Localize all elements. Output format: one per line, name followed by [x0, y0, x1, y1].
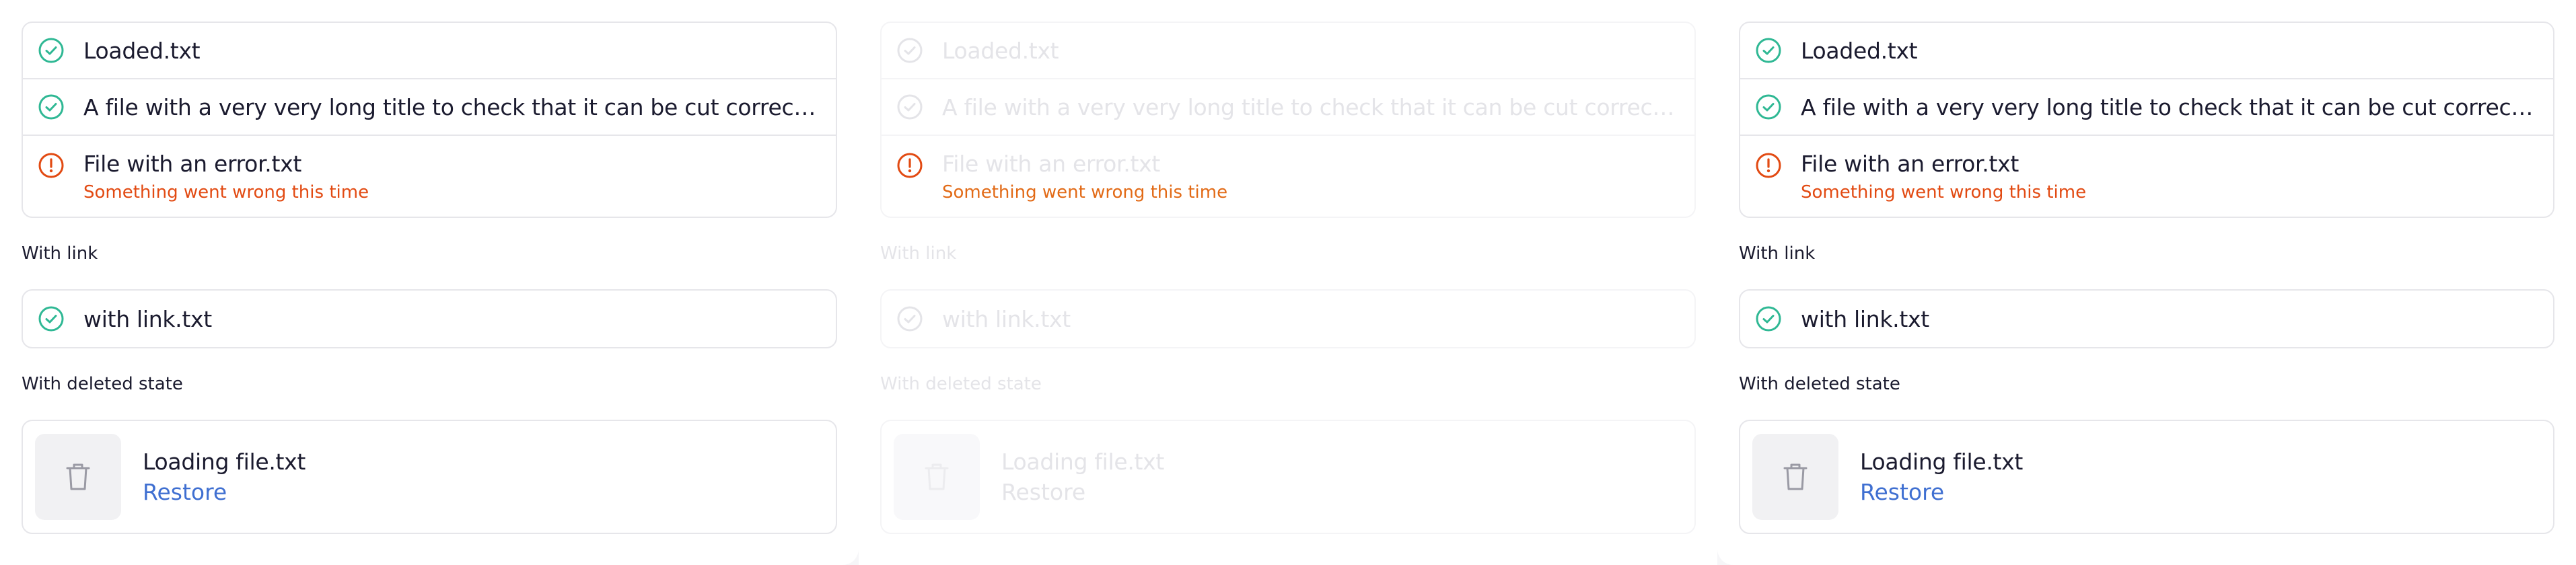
restore-link[interactable]: Restore: [1860, 479, 2023, 505]
file-item-error[interactable]: File with an error.txt Something went wr…: [1740, 136, 2553, 217]
error-message: Something went wrong this time: [942, 182, 1228, 202]
file-name: Loaded.txt: [83, 37, 201, 64]
file-item[interactable]: Loaded.txt: [1740, 23, 2553, 79]
file-list: Loaded.txt A file with a very very long …: [880, 22, 1696, 218]
check-circle-icon: [36, 304, 66, 334]
file-link[interactable]: with link.txt: [1801, 306, 1929, 332]
file-list-with-link: with link.txt: [1739, 289, 2554, 348]
section-label-with-link: With link: [22, 243, 98, 264]
exclamation-circle-icon: [895, 151, 925, 180]
file-list: Loaded.txt A file with a very very long …: [1739, 22, 2554, 218]
trash-icon: [35, 434, 121, 520]
file-item-deleted: Loading file.txt Restore: [23, 421, 836, 533]
section-label-deleted: With deleted state: [22, 374, 183, 394]
section-label-deleted: With deleted state: [1739, 374, 1900, 394]
section-label-deleted: With deleted state: [880, 374, 1042, 394]
file-list-deleted: Loading file.txt Restore: [880, 420, 1696, 534]
exclamation-circle-icon: [1754, 151, 1783, 180]
file-item[interactable]: A file with a very very long title to ch…: [23, 79, 836, 136]
file-name: Loaded.txt: [1801, 37, 1918, 64]
file-name: File with an error.txt: [942, 151, 1160, 177]
file-name: File with an error.txt: [1801, 151, 2019, 177]
error-message: Something went wrong this time: [83, 182, 369, 202]
file-item-deleted: Loading file.txt Restore: [882, 421, 1694, 533]
check-circle-icon: [895, 304, 925, 334]
trash-icon: [1752, 434, 1838, 520]
file-link: with link.txt: [942, 305, 1071, 332]
file-name: A file with a very very long title to ch…: [942, 93, 1681, 120]
file-item-deleted: Loading file.txt Restore: [1740, 421, 2553, 533]
file-name: A file with a very very long title to ch…: [1801, 93, 2540, 120]
file-list: Loaded.txt A file with a very very long …: [22, 22, 837, 218]
check-circle-icon: [36, 92, 66, 122]
file-item[interactable]: A file with a very very long title to ch…: [1740, 79, 2553, 136]
file-item-error[interactable]: File with an error.txt Something went wr…: [23, 136, 836, 217]
file-item: A file with a very very long title to ch…: [882, 79, 1694, 136]
file-list-deleted: Loading file.txt Restore: [1739, 420, 2554, 534]
upload-list-panel-default-2: Loaded.txt A file with a very very long …: [1717, 0, 2576, 565]
file-name: File with an error.txt: [83, 151, 301, 177]
check-circle-icon: [36, 36, 66, 65]
file-name: Loading file.txt: [143, 449, 306, 475]
file-name: Loading file.txt: [1001, 449, 1165, 475]
stage: Loaded.txt A file with a very very long …: [0, 0, 2576, 565]
upload-list-panel-disabled: Loaded.txt A file with a very very long …: [859, 0, 1717, 565]
file-item-link[interactable]: with link.txt: [23, 291, 836, 347]
file-item-link[interactable]: with link.txt: [1740, 291, 2553, 347]
exclamation-circle-icon: [36, 151, 66, 180]
file-list-with-link: with link.txt: [22, 289, 837, 348]
file-item-link: with link.txt: [882, 291, 1694, 347]
error-message: Something went wrong this time: [1801, 182, 2087, 202]
file-name: A file with a very very long title to ch…: [83, 93, 822, 120]
check-circle-icon: [1754, 304, 1783, 334]
file-name: Loaded.txt: [942, 37, 1059, 64]
trash-icon: [894, 434, 980, 520]
file-list-deleted: Loading file.txt Restore: [22, 420, 837, 534]
file-name: Loading file.txt: [1860, 449, 2024, 475]
restore-link[interactable]: Restore: [143, 479, 306, 505]
file-item-error: File with an error.txt Something went wr…: [882, 136, 1694, 217]
section-label-with-link: With link: [880, 243, 957, 264]
restore-link: Restore: [1001, 479, 1086, 505]
check-circle-icon: [895, 36, 925, 65]
file-list-with-link: with link.txt: [880, 289, 1696, 348]
upload-list-panel-default: Loaded.txt A file with a very very long …: [0, 0, 859, 565]
file-item: Loaded.txt: [882, 23, 1694, 79]
check-circle-icon: [1754, 92, 1783, 122]
file-item[interactable]: Loaded.txt: [23, 23, 836, 79]
check-circle-icon: [1754, 36, 1783, 65]
section-label-with-link: With link: [1739, 243, 1816, 264]
check-circle-icon: [895, 92, 925, 122]
file-link[interactable]: with link.txt: [83, 306, 212, 332]
